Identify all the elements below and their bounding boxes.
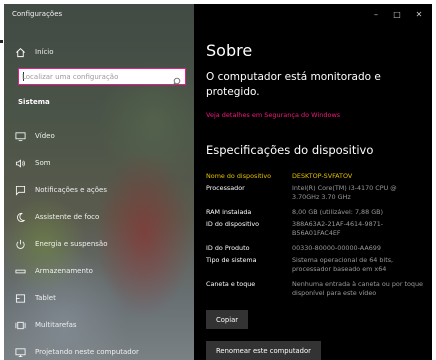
spec-value: Sistema operacional de 64 bits, processa… <box>292 256 394 273</box>
storage-icon <box>14 265 26 277</box>
sidebar-item-sound[interactable]: Som <box>4 153 194 173</box>
windows-security-link[interactable]: Veja detalhes em Segurança do Windows <box>206 111 340 119</box>
sidebar-item-tablet[interactable]: Tablet <box>4 288 194 308</box>
sidebar-item-label: Som <box>35 159 51 167</box>
sidebar: Configurações Início Sistema Vídeo <box>4 4 194 360</box>
spec-key: RAM instalada <box>206 208 252 216</box>
sidebar-item-label: Energia e suspensão <box>35 240 108 248</box>
close-button[interactable]: ✕ <box>412 10 426 19</box>
sidebar-item-home[interactable]: Início <box>4 42 194 62</box>
minimize-button[interactable]: – <box>369 10 383 19</box>
spec-key: Tipo de sistema <box>206 256 257 264</box>
projector-icon <box>14 346 26 358</box>
sidebar-item-notifications[interactable]: Notificações e ações <box>4 180 194 200</box>
spec-key: ID do dispositivo <box>206 220 260 228</box>
spec-heading: Especificações do dispositivo <box>206 143 374 157</box>
spec-value: 8,00 GB (utilizável: 7,88 GB) <box>292 208 384 216</box>
spec-value: 388A63A2-21AF-4614-9871-B56A01FAC4EF <box>292 220 384 237</box>
rename-computer-button[interactable]: Renomear este computador <box>206 341 321 360</box>
sidebar-item-projecting[interactable]: Projetando neste computador <box>4 342 194 360</box>
search-box[interactable] <box>18 68 186 87</box>
sidebar-item-label: Notificações e ações <box>35 186 107 194</box>
sidebar-item-label: Vídeo <box>35 132 55 140</box>
spec-value: Intel(R) Core(TM) i3-4170 CPU @ 3.70GHz … <box>292 184 397 201</box>
sidebar-item-multitasking[interactable]: Multitarefas <box>4 315 194 335</box>
spec-value: DESKTOP-SVFATOV <box>292 172 353 180</box>
sidebar-item-video[interactable]: Vídeo <box>4 126 194 146</box>
main-content: – □ ✕ Sobre O computador está monitorado… <box>194 4 432 360</box>
notification-icon <box>14 184 26 196</box>
sidebar-item-label: Projetando neste computador <box>35 348 139 356</box>
search-input[interactable] <box>22 71 162 82</box>
app-title: Configurações <box>12 10 63 18</box>
edge-mark <box>0 40 3 43</box>
sidebar-item-label: Início <box>35 48 54 56</box>
spec-key: Processador <box>206 184 245 192</box>
settings-window: Configurações Início Sistema Vídeo <box>4 4 432 360</box>
spec-key: Nome do dispositivo <box>206 172 272 180</box>
search-icon[interactable] <box>171 72 181 87</box>
sidebar-item-label: Armazenamento <box>35 267 93 275</box>
spec-key: ID do Produto <box>206 244 250 252</box>
spec-value: Nenhuma entrada à caneta ou por toque di… <box>292 280 423 297</box>
sidebar-item-focus-assist[interactable]: Assistente de foco <box>4 207 194 227</box>
sidebar-item-storage[interactable]: Armazenamento <box>4 261 194 281</box>
home-icon <box>14 46 26 58</box>
speaker-icon <box>14 157 26 169</box>
sidebar-item-label: Multitarefas <box>35 321 77 329</box>
sidebar-item-label: Tablet <box>35 294 56 302</box>
power-icon <box>14 238 26 250</box>
maximize-button[interactable]: □ <box>390 10 404 19</box>
multitasking-icon <box>14 319 26 331</box>
spec-value: 00330-80000-00000-AA699 <box>292 244 381 252</box>
page-title: Sobre <box>206 41 253 60</box>
sidebar-item-power[interactable]: Energia e suspensão <box>4 234 194 254</box>
monitor-icon <box>14 130 26 142</box>
security-status: O computador está monitorado e protegido… <box>206 71 381 98</box>
section-label-system: Sistema <box>18 98 50 106</box>
sidebar-item-label: Assistente de foco <box>35 213 100 221</box>
spec-key: Caneta e toque <box>206 280 256 288</box>
moon-icon <box>14 211 26 223</box>
copy-button[interactable]: Copiar <box>206 310 249 329</box>
tablet-icon <box>14 292 26 304</box>
